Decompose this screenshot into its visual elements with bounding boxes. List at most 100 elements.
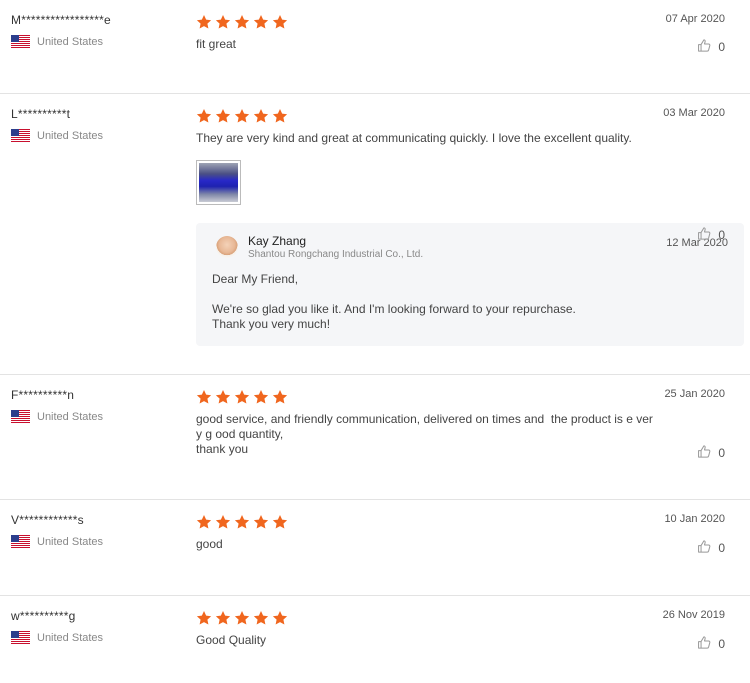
replier-name: Kay Zhang (248, 234, 307, 248)
star-icon (196, 14, 212, 30)
review-item: L**********t United States They are very… (0, 94, 750, 375)
review-date: 25 Jan 2020 (664, 388, 725, 400)
star-icon (196, 610, 212, 626)
thumbs-up-icon (697, 444, 718, 462)
like-count: 0 (718, 40, 725, 54)
review-date: 10 Jan 2020 (664, 513, 725, 525)
star-icon (253, 14, 269, 30)
star-icon (196, 514, 212, 530)
like-count: 0 (718, 446, 725, 460)
review-content: good service, and friendly communication… (196, 389, 654, 457)
star-icon (272, 610, 288, 626)
review-item: w**********g United States Good Quality … (0, 596, 750, 683)
thumbs-up-icon (697, 38, 718, 56)
country-label: United States (37, 410, 104, 423)
reviewer-info: F**********n United States (11, 388, 103, 423)
review-date: 03 Mar 2020 (663, 107, 725, 119)
star-icon (272, 389, 288, 405)
reviewer-name: L**********t (11, 107, 71, 121)
review-photo-image (199, 163, 238, 202)
star-icon (272, 514, 288, 530)
review-item: F**********n United States good service,… (0, 375, 750, 500)
star-icon (215, 514, 231, 530)
reviewer-name: w**********g (11, 609, 76, 623)
replier-company: Shantou Rongchang Industrial Co., Ltd. (248, 249, 424, 260)
like-button[interactable]: 0 (697, 635, 725, 653)
replier-info: Kay Zhang Shantou Rongchang Industrial C… (248, 234, 423, 260)
reply-line: We're so glad you like it. And I'm looki… (212, 302, 576, 316)
like-button[interactable]: 0 (697, 38, 725, 56)
reviewer-info: w**********g United States (11, 609, 103, 644)
reviewer-info: L**********t United States (11, 107, 103, 142)
star-icon (196, 389, 212, 405)
reply-line: Thank you very much! (212, 317, 331, 331)
review-comment: Good Quality (196, 633, 267, 647)
star-icon (234, 14, 250, 30)
star-icon (253, 514, 269, 530)
us-flag-icon (11, 631, 30, 644)
star-rating (196, 14, 654, 30)
like-count: 0 (718, 541, 725, 555)
reply-greeting: Dear My Friend, (212, 272, 299, 286)
star-icon (215, 389, 231, 405)
like-button[interactable]: 0 (697, 444, 725, 462)
star-icon (234, 610, 250, 626)
star-rating (196, 514, 654, 530)
review-photo-thumbnail[interactable] (196, 160, 241, 205)
review-content: They are very kind and great at communic… (196, 108, 746, 346)
thumbs-up-icon (697, 226, 718, 244)
review-content: fit great (196, 14, 654, 52)
us-flag-icon (11, 535, 30, 548)
star-icon (234, 108, 250, 124)
star-icon (253, 108, 269, 124)
star-icon (196, 108, 212, 124)
country-label: United States (37, 535, 104, 548)
like-button[interactable]: 0 (697, 226, 725, 244)
reply-header: Kay Zhang Shantou Rongchang Industrial C… (212, 234, 728, 260)
thumbs-up-icon (697, 635, 718, 653)
us-flag-icon (11, 35, 30, 48)
country-label: United States (37, 129, 104, 142)
avatar (216, 236, 238, 258)
star-icon (215, 108, 231, 124)
reply-body: Dear My Friend, We're so glad you like i… (212, 272, 728, 332)
reviewer-country: United States (11, 631, 103, 644)
star-icon (253, 389, 269, 405)
reviewer-name: V************s (11, 513, 84, 527)
like-count: 0 (718, 228, 725, 242)
star-icon (253, 610, 269, 626)
star-rating (196, 610, 654, 626)
review-comment: good service, and friendly communication… (196, 412, 653, 456)
star-icon (234, 389, 250, 405)
like-button[interactable]: 0 (697, 539, 725, 557)
star-rating (196, 389, 654, 405)
reviewer-country: United States (11, 129, 103, 142)
review-date: 26 Nov 2019 (662, 609, 725, 621)
star-icon (215, 14, 231, 30)
star-icon (234, 514, 250, 530)
country-label: United States (37, 631, 104, 644)
star-icon (272, 14, 288, 30)
review-content: Good Quality (196, 610, 654, 648)
review-date: 07 Apr 2020 (665, 13, 725, 25)
reviewer-country: United States (11, 410, 103, 423)
reviewer-country: United States (11, 535, 103, 548)
thumbs-up-icon (697, 539, 718, 557)
seller-reply: Kay Zhang Shantou Rongchang Industrial C… (196, 223, 744, 346)
star-icon (272, 108, 288, 124)
review-content: good (196, 514, 654, 552)
reviewer-info: V************s United States (11, 513, 103, 548)
review-item: V************s United States good 10 Jan… (0, 500, 750, 596)
review-item: M*****************e United States fit gr… (0, 0, 750, 94)
us-flag-icon (11, 410, 30, 423)
country-label: United States (37, 35, 104, 48)
star-icon (215, 610, 231, 626)
reviewer-country: United States (11, 35, 111, 48)
like-count: 0 (718, 637, 725, 651)
review-comment: fit great (196, 37, 237, 51)
review-comment: They are very kind and great at communic… (196, 131, 632, 145)
reviewer-name: F**********n (11, 388, 75, 402)
us-flag-icon (11, 129, 30, 142)
review-comment: good (196, 537, 223, 551)
reviewer-info: M*****************e United States (11, 13, 111, 48)
